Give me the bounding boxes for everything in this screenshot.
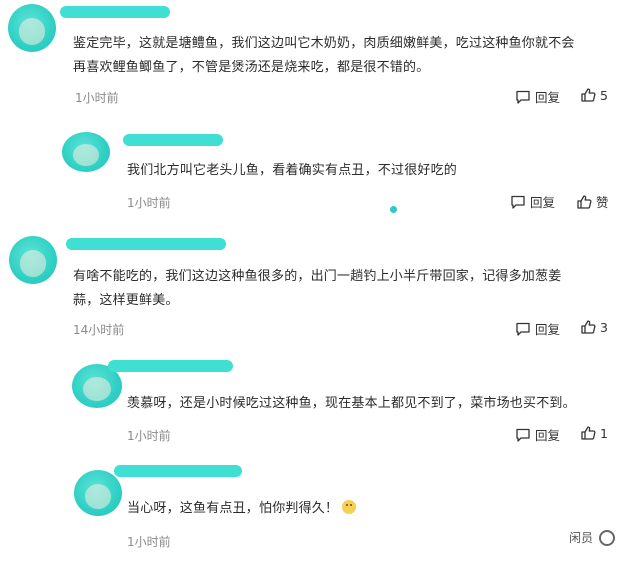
indicator-dot <box>390 206 397 213</box>
comment-time: 1小时前 <box>127 196 171 210</box>
reply-button[interactable]: 回复 <box>515 87 560 106</box>
thumbs-up-icon <box>580 87 596 103</box>
like-button[interactable]: 5 <box>580 87 608 103</box>
avatar[interactable] <box>62 132 110 172</box>
like-count: 5 <box>600 87 608 103</box>
redacted-username[interactable] <box>123 134 223 146</box>
speech-bubble-icon <box>515 321 531 337</box>
redacted-username[interactable] <box>60 6 170 18</box>
comment-text: 羡慕呀，还是小时候吃过这种鱼，现在基本上都见不到了，菜市场也买不到。 <box>127 396 576 411</box>
redacted-username[interactable] <box>114 465 242 477</box>
comment-text: 我们北方叫它老头儿鱼，看着确实有点丑，不过很好吃的 <box>127 163 458 178</box>
avatar[interactable] <box>8 4 56 52</box>
thumbs-up-icon <box>576 194 592 210</box>
like-button[interactable]: 1 <box>580 425 608 441</box>
like-button[interactable]: 赞 <box>576 192 609 211</box>
comment-time: 14小时前 <box>73 323 125 337</box>
redacted-username[interactable] <box>66 238 226 250</box>
reply-button[interactable]: 回复 <box>515 319 560 338</box>
avatar[interactable] <box>9 236 57 284</box>
comment-time: 1小时前 <box>127 535 171 549</box>
speech-bubble-icon <box>515 89 531 105</box>
like-button[interactable]: 3 <box>580 319 608 335</box>
avatar[interactable] <box>74 470 122 516</box>
grimace-emoji-icon <box>342 500 357 514</box>
thumbs-up-icon <box>580 319 596 335</box>
watermark-circle-icon <box>599 529 615 546</box>
comment-time: 1小时前 <box>127 429 171 443</box>
reply-button[interactable]: 回复 <box>515 425 560 444</box>
like-label: 赞 <box>596 195 609 210</box>
speech-bubble-icon <box>515 427 531 443</box>
reply-button[interactable]: 回复 <box>510 192 555 211</box>
like-count: 3 <box>600 319 608 335</box>
watermark: 闲员 <box>569 529 615 546</box>
comment-text: 当心呀，这鱼有点丑，怕你判得久！ <box>127 497 607 521</box>
comment-time: 1小时前 <box>75 91 119 105</box>
speech-bubble-icon <box>510 194 526 210</box>
like-count: 1 <box>600 425 608 441</box>
comment-text: 有啥不能吃的，我们这边这种鱼很多的，出门一趟钓上小半斤带回家，记得多加葱姜 蒜，… <box>73 269 562 308</box>
thumbs-up-icon <box>580 425 596 441</box>
redacted-username[interactable] <box>108 360 233 372</box>
comment-text: 鉴定完毕，这就是塘鳢鱼，我们这边叫它木奶奶，肉质细嫩鲜美，吃过这种鱼你就不会 再… <box>73 36 575 75</box>
